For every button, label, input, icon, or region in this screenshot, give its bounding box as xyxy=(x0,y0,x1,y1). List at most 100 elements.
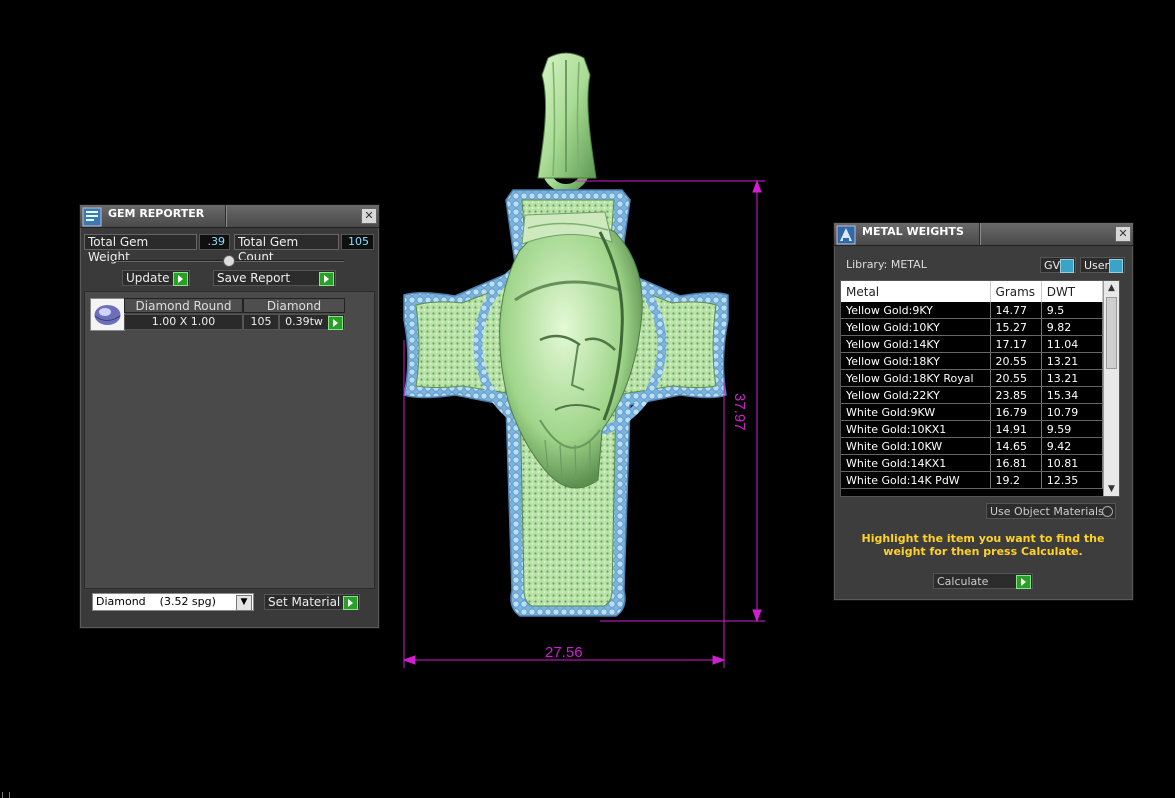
height-dimension-label: 37.97 xyxy=(731,393,748,431)
cell-metal: Yellow Gold:9KY xyxy=(841,302,991,319)
table-row[interactable]: Yellow Gold:10KY 15.27 9.82 xyxy=(841,318,1119,336)
total-gem-count-label: Total Gem Count xyxy=(234,234,339,264)
table-row[interactable]: Yellow Gold:18KY 20.55 13.21 xyxy=(841,352,1119,370)
metal-weights-titlebar[interactable]: METAL WEIGHTS ✕ xyxy=(834,223,1133,246)
gem-header-type[interactable]: Diamond xyxy=(243,298,345,313)
cell-dwt: 11.04 xyxy=(1041,335,1103,353)
set-material-button[interactable]: Set Material xyxy=(264,594,360,610)
set-material-button-label: Set Material xyxy=(268,595,341,609)
titlebar-separator xyxy=(225,205,226,227)
cell-dwt: 9.5 xyxy=(1041,302,1103,319)
gem-thumbnail[interactable] xyxy=(90,298,125,331)
cell-dwt: 10.79 xyxy=(1041,403,1103,421)
cell-metal: White Gold:10KX1 xyxy=(841,420,991,438)
width-dimension-label: 27.56 xyxy=(545,644,583,661)
titlebar-separator xyxy=(979,223,980,245)
calculate-instruction-text: Highlight the item you want to find the … xyxy=(861,532,1105,558)
table-row[interactable]: Yellow Gold:9KY 14.77 9.5 xyxy=(841,302,1119,319)
gem-row-go-button[interactable] xyxy=(328,314,345,330)
use-object-materials-button[interactable]: Use Object Materials xyxy=(986,503,1116,519)
save-report-button-label: Save Report xyxy=(217,271,291,285)
total-gem-weight-label: Total Gem Weight xyxy=(84,234,197,264)
cell-grams: 20.55 xyxy=(990,352,1042,370)
scroll-thumb[interactable] xyxy=(1106,297,1117,369)
table-row[interactable]: White Gold:14KX1 16.81 10.81 xyxy=(841,454,1119,472)
gv-toggle[interactable]: GV xyxy=(1040,257,1076,273)
table-header-row: Metal Grams DWT xyxy=(841,281,1119,302)
cell-dwt: 13.21 xyxy=(1041,369,1103,387)
cell-grams: 15.27 xyxy=(990,318,1042,336)
save-report-button[interactable]: Save Report xyxy=(213,270,336,286)
table-scrollbar[interactable]: ▲ ▼ xyxy=(1103,281,1119,496)
play-icon xyxy=(343,596,358,610)
calculate-button[interactable]: Calculate xyxy=(933,573,1033,589)
splitter-knob-icon[interactable] xyxy=(223,255,235,267)
metal-weights-table-container[interactable]: Metal Grams DWT Yellow Gold:9KY 14.77 9.5 Y… xyxy=(840,280,1120,497)
gem-reporter-icon xyxy=(82,207,102,227)
toggle-indicator-icon xyxy=(1060,259,1074,273)
table-row[interactable]: Yellow Gold:14KY 17.17 11.04 xyxy=(841,335,1119,353)
table-row[interactable]: White Gold:9KW 16.79 10.79 xyxy=(841,403,1119,421)
table-row[interactable]: Yellow Gold:22KY 23.85 15.34 xyxy=(841,386,1119,404)
cell-metal: Yellow Gold:10KY xyxy=(841,318,991,336)
cell-dwt: 9.82 xyxy=(1041,318,1103,336)
metal-weights-table: Metal Grams DWT Yellow Gold:9KY 14.77 9.5 Y… xyxy=(841,281,1119,489)
table-row[interactable]: White Gold:10KX1 14.91 9.59 xyxy=(841,420,1119,438)
use-object-materials-label: Use Object Materials xyxy=(990,505,1104,518)
metal-weights-close-button[interactable]: ✕ xyxy=(1115,226,1131,242)
total-gem-count-value: 105 xyxy=(341,234,374,250)
update-button[interactable]: Update xyxy=(122,270,190,286)
cell-grams: 14.91 xyxy=(990,420,1042,438)
cell-dwt: 15.34 xyxy=(1041,386,1103,404)
chevron-down-icon[interactable]: ▼ xyxy=(236,595,252,611)
column-header-dwt[interactable]: DWT xyxy=(1041,281,1103,302)
metal-weights-title: METAL WEIGHTS xyxy=(862,225,964,238)
gem-header-name[interactable]: Diamond Round xyxy=(124,298,243,313)
cell-dwt: 9.42 xyxy=(1041,437,1103,455)
cell-grams: 23.85 xyxy=(990,386,1042,404)
gem-size: 1.00 X 1.00 xyxy=(124,314,243,330)
cell-metal: Yellow Gold:18KY xyxy=(841,352,991,370)
table-row[interactable]: Yellow Gold:18KY Royal 20.55 13.21 xyxy=(841,369,1119,387)
cell-grams: 20.55 xyxy=(990,369,1042,387)
library-label: Library: METAL xyxy=(846,258,927,271)
cell-metal: White Gold:9KW xyxy=(841,403,991,421)
radio-icon xyxy=(1102,506,1113,517)
cell-grams: 14.77 xyxy=(990,302,1042,319)
total-gem-weight-value: .39 xyxy=(199,234,230,250)
gem-reporter-title: GEM REPORTER xyxy=(108,207,205,220)
cell-dwt: 9.59 xyxy=(1041,420,1103,438)
cell-grams: 16.81 xyxy=(990,454,1042,472)
cell-grams: 14.65 xyxy=(990,437,1042,455)
table-row[interactable]: White Gold:14K PdW 19.2 12.35 xyxy=(841,471,1119,489)
cell-metal: Yellow Gold:18KY Royal xyxy=(841,369,991,387)
cell-grams: 16.79 xyxy=(990,403,1042,421)
cell-metal: Yellow Gold:14KY xyxy=(841,335,991,353)
cell-dwt: 13.21 xyxy=(1041,352,1103,370)
gem-count: 105 xyxy=(243,314,279,330)
update-button-label: Update xyxy=(126,271,170,285)
gem-reporter-titlebar[interactable]: GEM REPORTER ✕ xyxy=(80,205,379,228)
play-icon xyxy=(173,272,188,286)
play-icon xyxy=(319,272,334,286)
scroll-up-icon[interactable]: ▲ xyxy=(1104,281,1119,295)
pendant-bail xyxy=(537,52,597,192)
user-toggle[interactable]: User xyxy=(1080,257,1125,273)
gv-toggle-label: GV xyxy=(1044,259,1061,272)
cell-metal: White Gold:14KX1 xyxy=(841,454,991,472)
gem-list-area[interactable]: Diamond Round Diamond 1.00 X 1.00 105 0.… xyxy=(84,291,375,589)
cell-dwt: 12.35 xyxy=(1041,471,1103,489)
column-header-grams[interactable]: Grams xyxy=(990,281,1042,302)
cell-dwt: 10.81 xyxy=(1041,454,1103,472)
material-select-value: Diamond (3.52 spg) xyxy=(96,595,216,608)
cross-pendant-model xyxy=(403,189,729,617)
gem-reporter-close-button[interactable]: ✕ xyxy=(361,208,377,224)
play-icon xyxy=(1016,575,1031,589)
column-header-metal[interactable]: Metal xyxy=(841,281,991,302)
metal-weights-panel: METAL WEIGHTS ✕ Library: METAL GV User M… xyxy=(833,222,1134,601)
scroll-down-icon[interactable]: ▼ xyxy=(1104,482,1119,496)
user-toggle-label: User xyxy=(1084,259,1110,272)
material-select[interactable]: Diamond (3.52 spg) ▼ xyxy=(92,593,254,611)
cell-grams: 17.17 xyxy=(990,335,1042,353)
table-row[interactable]: White Gold:10KW 14.65 9.42 xyxy=(841,437,1119,455)
